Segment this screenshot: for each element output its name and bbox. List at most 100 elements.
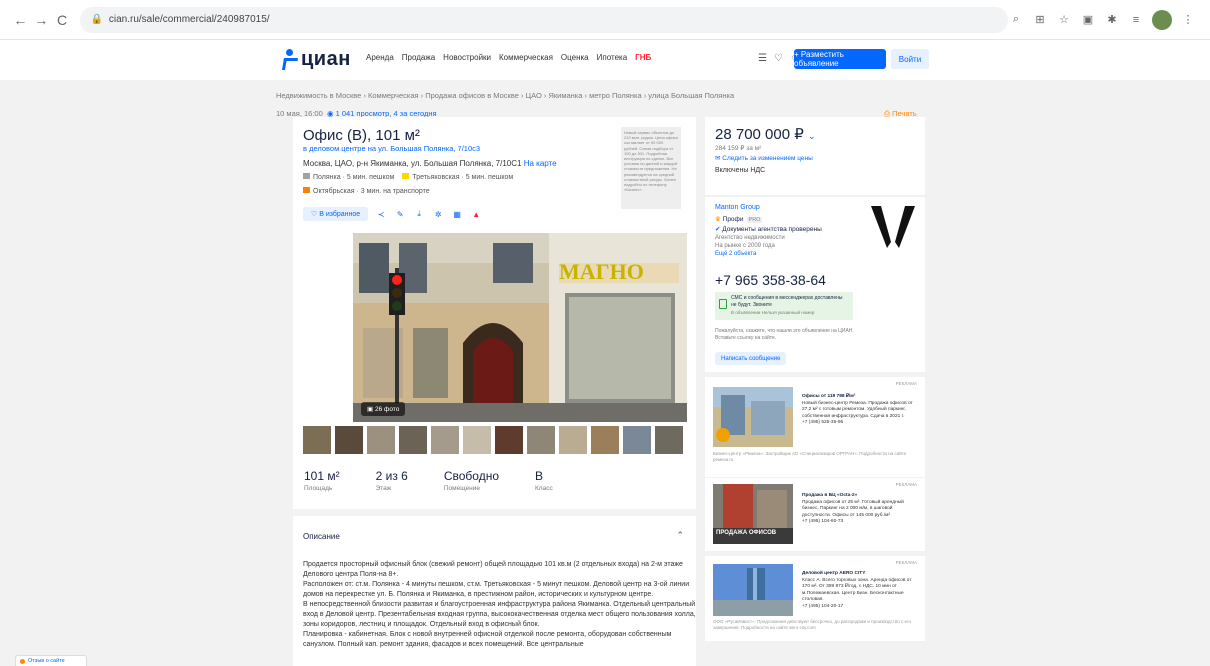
agent-phone[interactable]: +7 965 358-38-64 bbox=[715, 272, 826, 288]
agent-logo bbox=[867, 202, 919, 252]
nav-mortgage[interactable]: Ипотека bbox=[597, 53, 628, 62]
login-button[interactable]: Войти bbox=[891, 49, 929, 69]
photo-thumbnail[interactable] bbox=[431, 426, 459, 454]
nav-sale[interactable]: Продажа bbox=[402, 53, 435, 62]
photo-thumbnail[interactable] bbox=[623, 426, 651, 454]
price-card: 28 700 000 ₽ ⌄ 284 159 ₽ за м² ✉ Следить… bbox=[705, 117, 925, 195]
reading-list-icon[interactable]: ≡ bbox=[1128, 12, 1144, 28]
agent-verified: ✔ Документы агентства проверены bbox=[715, 226, 822, 233]
feedback-label: Отзыв о сайте bbox=[28, 658, 65, 664]
fact-class: B Класс bbox=[535, 469, 553, 492]
write-message-button[interactable]: Написать сообщение bbox=[715, 352, 787, 365]
ad-text: Деловой центр AERO CITY Класс А. Всего т… bbox=[802, 571, 912, 609]
compare-icon[interactable]: ☰ bbox=[758, 53, 767, 64]
ad-card[interactable]: РЕКЛАМА Офисы от 119 788 ₽/м² Новый бизн… bbox=[705, 377, 925, 477]
photo-thumbnail[interactable] bbox=[655, 426, 683, 454]
zoom-icon[interactable]: ⌕ bbox=[1008, 12, 1024, 28]
back-icon[interactable]: ← bbox=[10, 9, 31, 31]
description-card: Описание ⌃ Продается просторный офисный … bbox=[293, 516, 696, 666]
breadcrumb[interactable]: Недвижимость в Москве › Коммерческая › П… bbox=[276, 91, 734, 100]
photo-thumbnail[interactable] bbox=[527, 426, 555, 454]
cian-logo[interactable]: циан bbox=[281, 48, 351, 71]
metro-item[interactable]: Третьяковская · 5 мин. пешком bbox=[402, 173, 513, 181]
photo-thumbnail[interactable] bbox=[495, 426, 523, 454]
description-text: Продается просторный офисный блок (свежи… bbox=[303, 561, 696, 648]
nav-valuation[interactable]: Оценка bbox=[561, 53, 589, 62]
download-icon[interactable]: ⤓ bbox=[413, 208, 425, 220]
photo-thumbnail[interactable] bbox=[303, 426, 331, 454]
metro-item[interactable]: Октябрьская · 3 мин. на транспорте bbox=[303, 187, 430, 195]
url-text: cian.ru/sale/commercial/240987015/ bbox=[108, 14, 270, 25]
favorite-button[interactable]: ♡ В избранное bbox=[303, 207, 369, 221]
place-ad-button[interactable]: + Разместить объявление bbox=[794, 49, 886, 69]
reload-icon[interactable]: C bbox=[52, 9, 73, 31]
key-facts: 101 м² Площадь 2 из 6 Этаж Свободно Помещен… bbox=[304, 469, 553, 492]
nav-commercial[interactable]: Коммерческая bbox=[499, 53, 553, 62]
ad-label: РЕКЛАМА bbox=[895, 381, 917, 386]
agent-pro-status: ♛ Профи PRO bbox=[715, 216, 763, 223]
ad-image-text: ПРОДАЖА ОФИСОВ bbox=[716, 530, 777, 536]
ad-label: РЕКЛАМА bbox=[895, 482, 917, 487]
agent-since: На рынке с 2009 года bbox=[715, 243, 775, 249]
ad-image bbox=[713, 564, 793, 616]
photo-thumbnail[interactable] bbox=[591, 426, 619, 454]
svg-text:МАГНО: МАГНО bbox=[559, 259, 644, 284]
photo-thumbnail[interactable] bbox=[367, 426, 395, 454]
translate-icon[interactable]: ⊞ bbox=[1032, 12, 1048, 28]
fact-premises: Свободно Помещение bbox=[443, 469, 500, 492]
site-header: циан Аренда Продажа Новостройки Коммерче… bbox=[0, 40, 1210, 80]
edit-icon[interactable]: ✎ bbox=[394, 208, 406, 220]
profile-avatar[interactable] bbox=[1152, 9, 1172, 30]
agent-more-objects[interactable]: Ещё 2 объекта bbox=[715, 251, 756, 257]
nav-new-buildings[interactable]: Новостройки bbox=[443, 53, 491, 62]
chevron-up-icon[interactable]: ⌃ bbox=[676, 530, 684, 541]
heart-icon[interactable]: ♡ bbox=[774, 53, 783, 64]
ad-image: ПРОДАЖА ОФИСОВ bbox=[713, 484, 793, 544]
ad-label: РЕКЛАМА bbox=[895, 560, 917, 565]
browser-toolbar: ← → C 🔒 cian.ru/sale/commercial/24098701… bbox=[0, 0, 1210, 40]
ad-card[interactable]: РЕКЛАМА Деловой центр AERO CITY Класс А.… bbox=[705, 556, 925, 641]
main-nav: Аренда Продажа Новостройки Коммерческая … bbox=[366, 53, 651, 62]
nav-rent[interactable]: Аренда bbox=[366, 53, 394, 62]
crown-icon: ♛ bbox=[715, 216, 721, 223]
listing-address: Москва, ЦАО, р-н Якиманка, ул. Большая П… bbox=[303, 159, 557, 168]
forward-icon[interactable]: → bbox=[31, 9, 52, 31]
photo-thumbnail[interactable] bbox=[399, 426, 427, 454]
lock-icon: 🔒 bbox=[90, 14, 103, 25]
photo-thumbnail[interactable] bbox=[559, 426, 587, 454]
ad-text: Офисы от 119 788 ₽/м² Новый бизнес-центр… bbox=[802, 394, 913, 425]
feedback-button[interactable]: Отзыв о сайте bbox=[15, 655, 87, 666]
photo-thumbnails bbox=[303, 426, 683, 454]
listing-actions: ♡ В избранное ≺ ✎ ⤓ ✲ ▦ ▲ bbox=[303, 207, 482, 221]
photo-count-badge[interactable]: ▣ 26 фото bbox=[361, 402, 406, 416]
watch-price-link[interactable]: ✉ Следить за изменением цены bbox=[715, 154, 813, 162]
ad-image bbox=[713, 387, 793, 447]
settings-icon[interactable]: ✲ bbox=[432, 208, 444, 220]
chevron-down-icon[interactable]: ⌄ bbox=[808, 131, 816, 141]
ad-text: Продажа в БЦ «Octa-2» Продажа офисов от … bbox=[802, 493, 904, 524]
agent-card: Manton Group ♛ Профи PRO ✔ Документы аген… bbox=[705, 197, 925, 372]
address-bar[interactable]: 🔒 cian.ru/sale/commercial/240987015/ bbox=[80, 6, 1008, 33]
puzzle-icon[interactable]: ✱ bbox=[1104, 12, 1120, 28]
photo-thumbnail[interactable] bbox=[335, 426, 363, 454]
photo-thumbnail[interactable] bbox=[463, 426, 491, 454]
nav-new-badge[interactable]: ГНБ bbox=[635, 53, 651, 62]
price-value: 28 700 000 ₽ ⌄ bbox=[715, 126, 816, 143]
menu-icon[interactable]: ⋮ bbox=[1180, 12, 1196, 28]
agent-name[interactable]: Manton Group bbox=[715, 204, 760, 211]
phone-icon bbox=[719, 299, 727, 309]
metro-item[interactable]: Полянка · 5 мин. пешком bbox=[303, 173, 394, 181]
share-icon[interactable]: ≺ bbox=[375, 208, 387, 220]
ad-footer: Бизнес-центр «Ремеза». Застройщик АО «Сп… bbox=[713, 451, 907, 462]
fact-floor: 2 из 6 Этаж bbox=[375, 469, 408, 492]
building-photo: МАГНО bbox=[353, 233, 687, 422]
chart-icon[interactable]: ▦ bbox=[451, 208, 463, 220]
map-link[interactable]: На карте bbox=[524, 159, 557, 168]
star-icon[interactable]: ☆ bbox=[1056, 12, 1072, 28]
listing-note: Новый сервис объектов до 210 мин. рядом.… bbox=[621, 127, 681, 209]
main-photo[interactable]: МАГНО ▣ 26 фото bbox=[353, 233, 687, 422]
extension-icon[interactable]: ▣ bbox=[1080, 12, 1096, 28]
business-center-link[interactable]: в деловом центре на ул. Большая Полянка,… bbox=[303, 144, 480, 153]
warning-icon[interactable]: ▲ bbox=[470, 208, 482, 220]
ad-card[interactable]: РЕКЛАМА ПРОДАЖА ОФИСОВ Продажа в БЦ «Oct… bbox=[705, 478, 925, 551]
